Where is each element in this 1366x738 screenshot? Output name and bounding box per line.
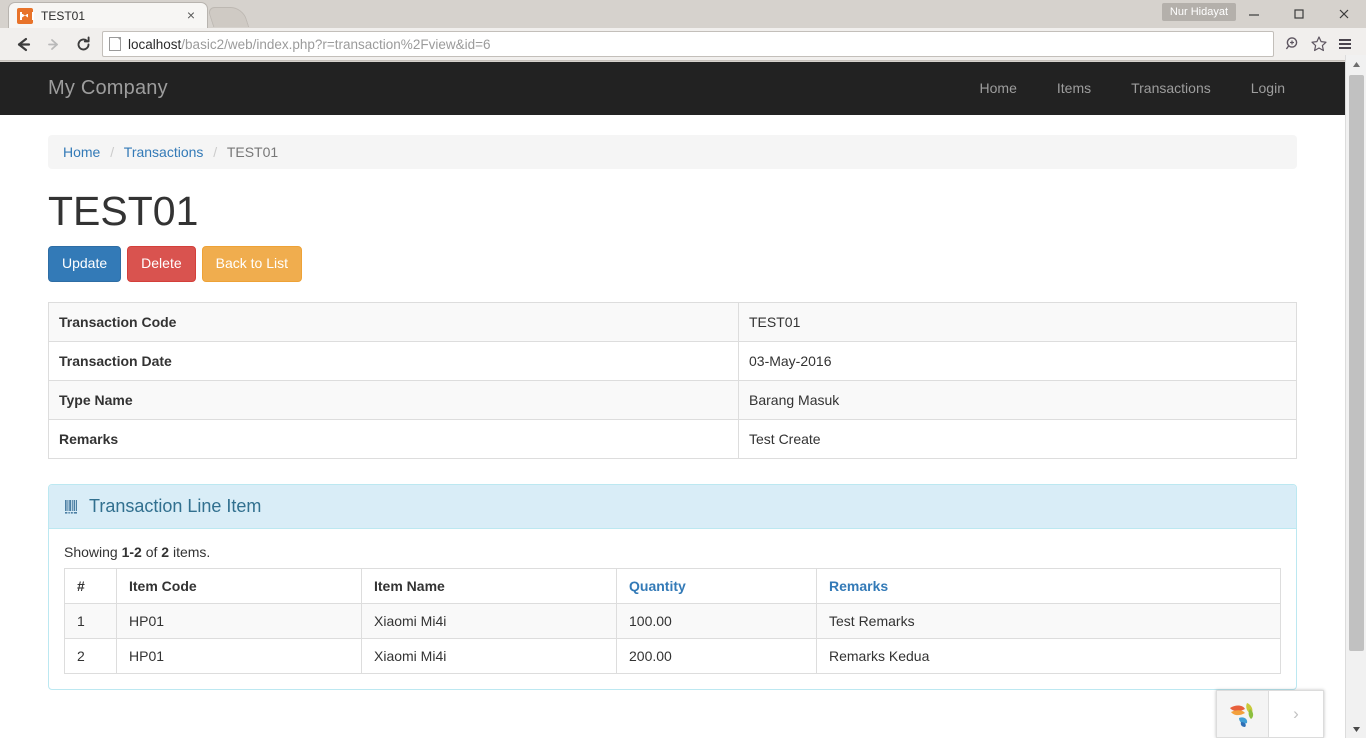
- zoho-petal-logo-icon[interactable]: [1216, 690, 1269, 738]
- table-row: Transaction Date 03-May-2016: [48, 341, 1297, 381]
- grid-header-row: # Item Code Item Name Quantity Remarks: [64, 568, 1281, 605]
- column-header-item-name: Item Name: [361, 568, 617, 605]
- browser-toolbar: localhost/basic2/web/index.php?r=transac…: [0, 28, 1366, 61]
- window-controls: [1231, 0, 1366, 28]
- summary-middle: of: [145, 544, 158, 561]
- page-container: Home / Transactions / TEST01 TEST01 Upda…: [0, 135, 1345, 691]
- address-bar[interactable]: localhost/basic2/web/index.php?r=transac…: [102, 31, 1274, 57]
- floating-widget: ›: [1216, 690, 1324, 738]
- new-tab-button[interactable]: [206, 7, 250, 27]
- cell-item-code: HP01: [116, 638, 362, 675]
- breadcrumb-item-current: TEST01: [226, 144, 279, 160]
- browser-tab-test01[interactable]: TEST01 ×: [8, 2, 208, 28]
- column-header-quantity[interactable]: Quantity: [616, 568, 817, 605]
- scroll-up-arrow-icon[interactable]: [1346, 55, 1366, 73]
- detail-label-transaction-code: Transaction Code: [48, 302, 739, 342]
- cell-item-name: Xiaomi Mi4i: [361, 603, 617, 640]
- panel-title: Transaction Line Item: [89, 496, 262, 517]
- site-brand[interactable]: My Company: [48, 77, 168, 100]
- expand-widget-button[interactable]: ›: [1269, 690, 1324, 738]
- panel-heading: Transaction Line Item: [49, 485, 1296, 530]
- star-icon[interactable]: [1306, 31, 1332, 57]
- cell-item-code: HP01: [116, 603, 362, 640]
- address-bar-url: localhost/basic2/web/index.php?r=transac…: [128, 37, 490, 52]
- cell-num: 1: [64, 603, 117, 640]
- summary-range: 1-2: [121, 544, 142, 561]
- url-host: localhost: [128, 36, 182, 52]
- profile-badge[interactable]: Nur Hidayat: [1161, 3, 1236, 21]
- page-scrollbar[interactable]: [1345, 55, 1366, 738]
- column-header-remarks[interactable]: Remarks: [816, 568, 1281, 605]
- table-row: 1 HP01 Xiaomi Mi4i 100.00 Test Remarks: [64, 603, 1281, 640]
- summary-prefix: Showing: [64, 544, 118, 561]
- transaction-detail-table: Transaction Code TEST01 Transaction Date…: [48, 302, 1297, 460]
- barcode-icon: [64, 498, 82, 516]
- panel-body: Showing 1-2 of 2 items. # Item Code Item…: [49, 529, 1296, 689]
- breadcrumb-separator: /: [110, 144, 115, 160]
- detail-value-type-name: Barang Masuk: [749, 392, 840, 409]
- cell-remarks: Remarks Kedua: [816, 638, 1281, 675]
- page-icon: [109, 37, 121, 51]
- column-header-item-code: Item Code: [116, 568, 362, 605]
- action-buttons: Update Delete Back to List: [48, 246, 1297, 283]
- scroll-down-arrow-icon[interactable]: [1346, 720, 1366, 738]
- nav-item-transactions[interactable]: Transactions: [1111, 62, 1231, 115]
- minimize-icon[interactable]: [1231, 0, 1276, 28]
- nav-item-items[interactable]: Items: [1037, 62, 1111, 115]
- back-arrow-icon[interactable]: [8, 30, 38, 58]
- table-row: Type Name Barang Masuk: [48, 380, 1297, 420]
- transaction-line-item-panel: Transaction Line Item Showing 1-2 of 2 i…: [48, 484, 1297, 691]
- reload-icon[interactable]: [68, 30, 98, 58]
- grid-summary: Showing 1-2 of 2 items.: [64, 544, 1281, 560]
- breadcrumb-separator: /: [213, 144, 218, 160]
- detail-label-type-name: Type Name: [48, 380, 739, 420]
- tab-title: TEST01: [41, 8, 86, 23]
- breadcrumb-item-home[interactable]: Home: [63, 144, 100, 160]
- detail-value-transaction-code: TEST01: [749, 314, 801, 331]
- cell-quantity: 200.00: [616, 638, 817, 675]
- detail-value-remarks: Test Create: [749, 431, 821, 448]
- close-tab-icon[interactable]: ×: [183, 8, 199, 24]
- update-button[interactable]: Update: [48, 246, 122, 283]
- url-path: /basic2/web/index.php?r=transaction%2Fvi…: [181, 36, 491, 52]
- back-to-list-button[interactable]: Back to List: [201, 246, 302, 283]
- detail-label-remarks: Remarks: [48, 419, 739, 459]
- cell-num: 2: [64, 638, 117, 675]
- detail-label-transaction-date: Transaction Date: [48, 341, 739, 381]
- tab-strip: TEST01 × Nur Hidayat: [0, 0, 1366, 28]
- page-viewport: My Company Home Items Transactions Login…: [0, 62, 1366, 738]
- cell-quantity: 100.00: [616, 603, 817, 640]
- site-nav-links: Home Items Transactions Login: [960, 62, 1305, 115]
- zoom-magnifier-icon[interactable]: [1280, 31, 1306, 57]
- line-item-grid: # Item Code Item Name Quantity Remarks 1: [64, 568, 1281, 675]
- scrollbar-thumb[interactable]: [1349, 75, 1364, 651]
- breadcrumb-item-transactions[interactable]: Transactions: [124, 144, 204, 160]
- nav-item-home[interactable]: Home: [960, 62, 1037, 115]
- cell-item-name: Xiaomi Mi4i: [361, 638, 617, 675]
- summary-suffix: items.: [172, 544, 211, 561]
- close-icon[interactable]: [1321, 0, 1366, 28]
- yii-favicon: [17, 7, 33, 24]
- column-header-num: #: [64, 568, 117, 605]
- summary-total: 2: [161, 544, 170, 561]
- nav-item-login[interactable]: Login: [1231, 62, 1305, 115]
- maximize-icon[interactable]: [1276, 0, 1321, 28]
- browser-window: TEST01 × Nur Hidayat localhost/basic2/we…: [0, 0, 1366, 738]
- detail-value-transaction-date: 03-May-2016: [749, 353, 832, 370]
- hamburger-menu-icon[interactable]: [1332, 31, 1358, 57]
- forward-arrow-icon: [38, 30, 68, 58]
- site-navbar: My Company Home Items Transactions Login: [0, 62, 1345, 115]
- cell-remarks: Test Remarks: [816, 603, 1281, 640]
- page-title: TEST01: [48, 188, 199, 234]
- breadcrumb: Home / Transactions / TEST01: [48, 135, 1297, 169]
- table-row: 2 HP01 Xiaomi Mi4i 200.00 Remarks Kedua: [64, 638, 1281, 675]
- delete-button[interactable]: Delete: [127, 246, 196, 283]
- table-row: Remarks Test Create: [48, 419, 1297, 459]
- web-page: My Company Home Items Transactions Login…: [0, 62, 1345, 738]
- table-row: Transaction Code TEST01: [48, 302, 1297, 342]
